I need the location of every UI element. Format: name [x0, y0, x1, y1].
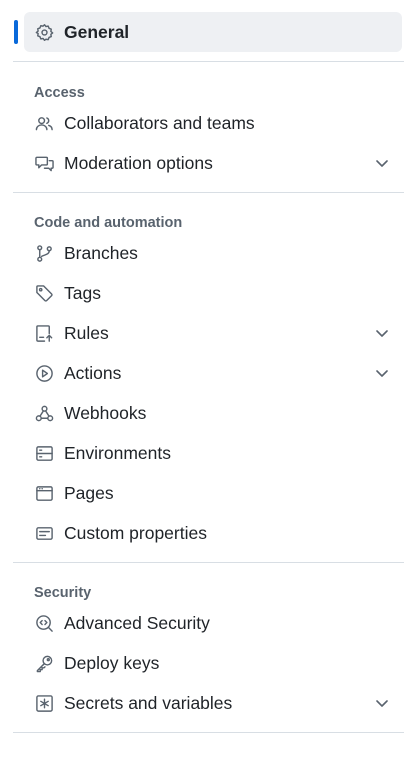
- sidebar-item-webhooks[interactable]: Webhooks: [24, 393, 402, 433]
- sidebar-item-label: Moderation options: [64, 152, 213, 173]
- note-icon: [34, 523, 54, 543]
- chevron-down-icon[interactable]: [374, 325, 390, 341]
- comment-discussion-icon: [34, 153, 54, 173]
- people-icon: [34, 113, 54, 133]
- sidebar-item-label: Tags: [64, 282, 101, 303]
- sidebar-item-deploy-keys[interactable]: Deploy keys: [24, 643, 402, 683]
- chevron-down-icon[interactable]: [374, 695, 390, 711]
- sidebar-item-pages[interactable]: Pages: [24, 473, 402, 513]
- sidebar-item-label: General: [64, 21, 130, 42]
- sidebar-item-environments[interactable]: Environments: [24, 433, 402, 473]
- sidebar-item-moderation[interactable]: Moderation options: [24, 143, 402, 183]
- repo-push-icon: [34, 323, 54, 343]
- sidebar-item-label: Environments: [64, 442, 171, 463]
- webhook-icon: [34, 403, 54, 423]
- section-title-code-automation: Code and automation: [34, 215, 183, 231]
- sidebar-item-label: Rules: [64, 322, 109, 343]
- sidebar-item-custom-properties[interactable]: Custom properties: [24, 513, 402, 553]
- sidebar-item-collaborators[interactable]: Collaborators and teams: [24, 103, 402, 143]
- sidebar-item-label: Custom properties: [64, 522, 207, 543]
- sidebar-item-label: Collaborators and teams: [64, 112, 255, 133]
- section-title-access: Access: [34, 85, 85, 101]
- sidebar-item-label: Actions: [64, 362, 122, 383]
- sidebar-item-label: Deploy keys: [64, 652, 160, 673]
- asterisk-icon: [34, 693, 54, 713]
- settings-sidebar: General Access Collaborators and teams M…: [0, 0, 414, 733]
- gear-icon: [34, 22, 54, 42]
- sidebar-item-tags[interactable]: Tags: [24, 273, 402, 313]
- sidebar-item-label: Webhooks: [64, 402, 147, 423]
- sidebar-item-label: Branches: [64, 242, 138, 263]
- codescan-icon: [34, 613, 54, 633]
- sidebar-item-label: Advanced Security: [64, 612, 210, 633]
- sidebar-item-label: Secrets and variables: [64, 692, 233, 713]
- play-icon: [34, 363, 54, 383]
- server-icon: [34, 443, 54, 463]
- key-icon: [34, 653, 54, 673]
- active-indicator: [14, 20, 18, 44]
- sidebar-item-actions[interactable]: Actions: [24, 353, 402, 393]
- sidebar-item-rules[interactable]: Rules: [24, 313, 402, 353]
- section-divider: [13, 732, 404, 733]
- sidebar-item-general[interactable]: General: [14, 12, 402, 52]
- browser-icon: [34, 483, 54, 503]
- chevron-down-icon[interactable]: [374, 365, 390, 381]
- chevron-down-icon[interactable]: [374, 155, 390, 171]
- sidebar-item-secrets-variables[interactable]: Secrets and variables: [24, 683, 402, 723]
- section-title-security: Security: [34, 585, 92, 601]
- tag-icon: [34, 283, 54, 303]
- sidebar-item-advanced-security[interactable]: Advanced Security: [24, 603, 402, 643]
- git-branch-icon: [34, 243, 54, 263]
- sidebar-item-label: Pages: [64, 482, 114, 503]
- sidebar-item-branches[interactable]: Branches: [24, 233, 402, 273]
